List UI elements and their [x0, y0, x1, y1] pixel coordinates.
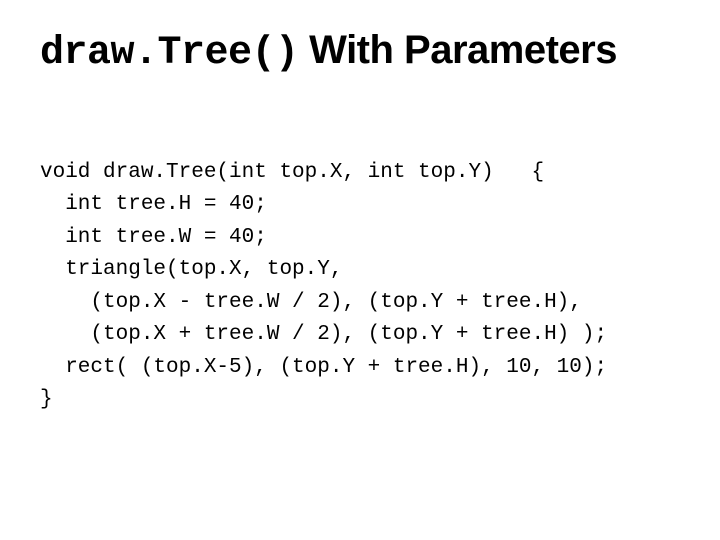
code-line: rect( (top.X-5), (top.Y + tree.H), 10, 1…	[40, 356, 607, 379]
code-block: void draw.Tree(int top.X, int top.Y) { i…	[40, 124, 680, 449]
code-line: }	[40, 388, 53, 411]
slide: draw.Tree() With Parameters void draw.Tr…	[0, 0, 720, 540]
code-line: (top.X - tree.W / 2), (top.Y + tree.H),	[40, 291, 582, 314]
title-code-part: draw.Tree()	[40, 31, 299, 76]
code-line: (top.X + tree.W / 2), (top.Y + tree.H) )…	[40, 323, 607, 346]
slide-title: draw.Tree() With Parameters	[40, 28, 680, 76]
code-line: int tree.W = 40;	[40, 226, 267, 249]
code-line: triangle(top.X, top.Y,	[40, 258, 342, 281]
title-text-part: With Parameters	[299, 28, 617, 72]
code-line: int tree.H = 40;	[40, 193, 267, 216]
code-line: void draw.Tree(int top.X, int top.Y) {	[40, 161, 544, 184]
